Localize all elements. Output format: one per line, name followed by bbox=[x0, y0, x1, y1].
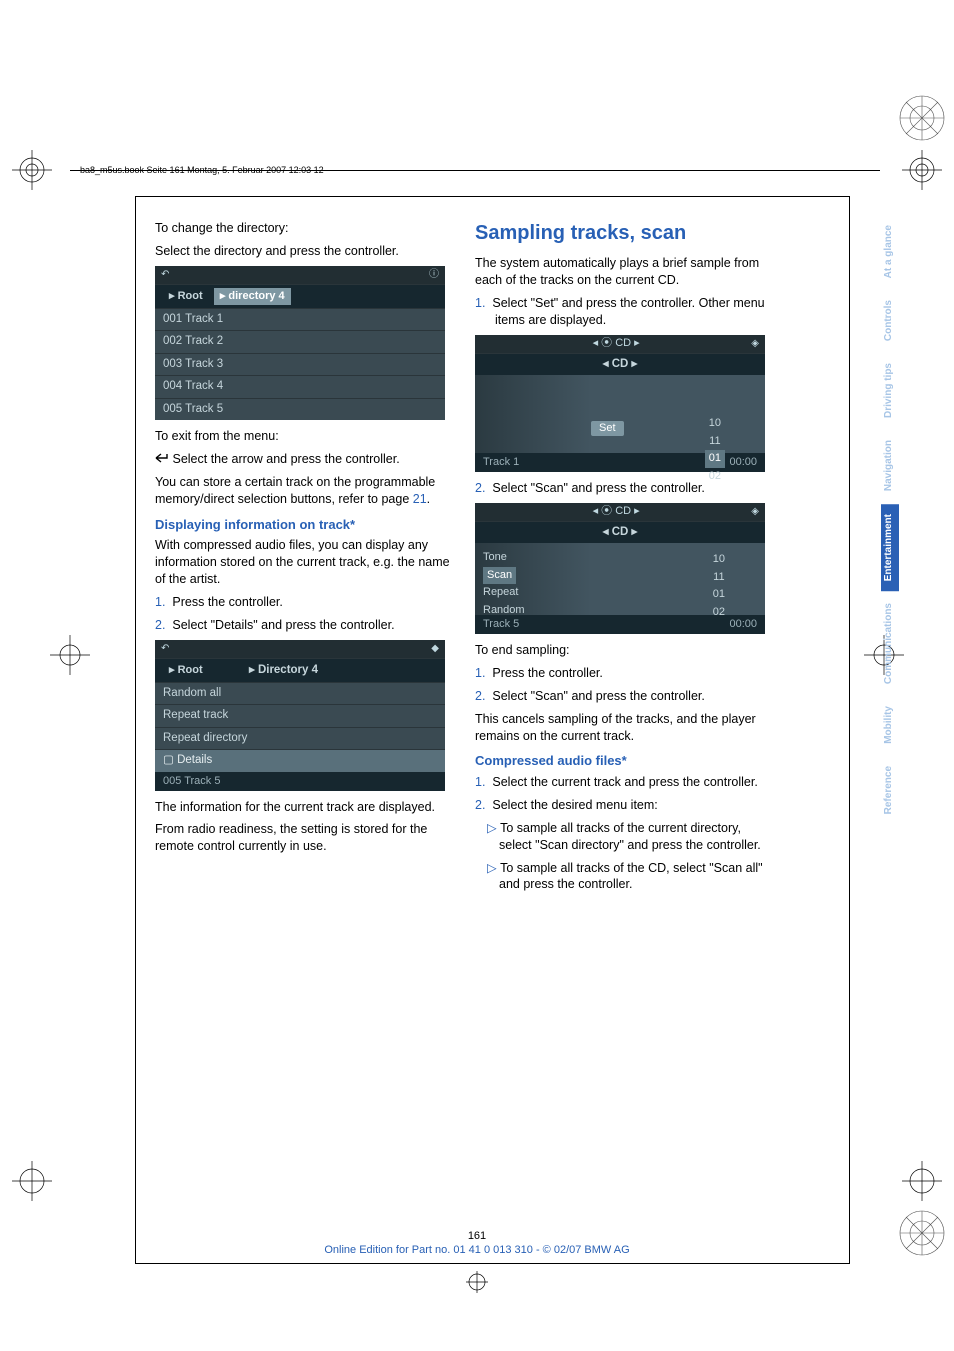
track-row: 002 Track 2 bbox=[155, 330, 445, 353]
step: 2. Select "Details" and press the contro… bbox=[155, 617, 455, 634]
text: The system automatically plays a brief s… bbox=[475, 255, 775, 289]
breadcrumb-root: ▸ Root bbox=[163, 662, 209, 679]
header-line: ba8_m5us.book Seite 161 Montag, 5. Febru… bbox=[80, 165, 324, 175]
step: 2. Select the desired menu item: bbox=[475, 797, 775, 814]
tab-at-a-glance[interactable]: At a glance bbox=[881, 215, 899, 288]
tab-controls[interactable]: Controls bbox=[881, 290, 899, 351]
screenshot-details-menu: ↶ ◆ ▸ Root ▸ Directory 4 Random all Repe… bbox=[155, 640, 445, 791]
page-footer: 161 Online Edition for Part no. 01 41 0 … bbox=[0, 1230, 954, 1256]
menu-item-selected: ▢ Details bbox=[155, 749, 445, 772]
page-number: 161 bbox=[0, 1230, 954, 1242]
screenshot-directory-list: ↶ ⓘ ▸ Root ▸ directory 4 001 Track 1 002… bbox=[155, 266, 445, 420]
registration-mark bbox=[466, 1271, 488, 1293]
bullet: ▷ To sample all tracks of the CD, select… bbox=[475, 860, 775, 894]
top-label: ◂ ⦿ CD ▸ bbox=[593, 504, 640, 519]
tab-entertainment[interactable]: Entertainment bbox=[881, 504, 899, 591]
track-row: 005 Track 5 bbox=[155, 398, 445, 421]
sidebar-tabs: At a glance Controls Driving tips Naviga… bbox=[881, 215, 899, 826]
registration-mark bbox=[12, 1161, 52, 1201]
footer-track: 005 Track 5 bbox=[163, 774, 220, 789]
step: 1. Press the controller. bbox=[155, 594, 455, 611]
tab-driving-tips[interactable]: Driving tips bbox=[881, 353, 899, 428]
step: 1. Select the current track and press th… bbox=[475, 774, 775, 791]
menu-item: Random all bbox=[155, 682, 445, 705]
info-icon: ⓘ bbox=[429, 268, 439, 282]
track-row: 003 Track 3 bbox=[155, 353, 445, 376]
registration-mark bbox=[902, 150, 942, 190]
list-number: 10 bbox=[713, 551, 725, 569]
footer-track: Track 1 bbox=[483, 455, 519, 470]
text: From radio readiness, the setting is sto… bbox=[155, 821, 455, 855]
back-icon: ↶ bbox=[161, 642, 169, 656]
section-heading: Compressed audio files* bbox=[475, 752, 775, 770]
text: To exit from the menu: bbox=[155, 428, 455, 445]
section-heading: Displaying information on track* bbox=[155, 516, 455, 534]
breadcrumb-root: ▸ Root bbox=[163, 288, 209, 305]
back-arrow-icon bbox=[155, 451, 169, 468]
list-number: 02 bbox=[705, 468, 725, 486]
breadcrumb-dir: ▸ Directory 4 bbox=[249, 664, 318, 676]
text: To change the directory: bbox=[155, 220, 455, 237]
text: You can store a certain track on the pro… bbox=[155, 474, 455, 508]
left-column: To change the directory: Select the dire… bbox=[155, 220, 455, 899]
text: This cancels sampling of the tracks, and… bbox=[475, 711, 775, 745]
diamond-icon: ◈ bbox=[751, 505, 759, 519]
list-number: 11 bbox=[705, 433, 725, 451]
menu-item: Repeat directory bbox=[155, 727, 445, 750]
edition-line: Online Edition for Part no. 01 41 0 013 … bbox=[324, 1244, 629, 1256]
screenshot-set-menu: ◂ ⦿ CD ▸ ◈ ◂ CD ▸ Set 10 11 01 02 Track … bbox=[475, 335, 765, 472]
menu-item: Tone bbox=[483, 549, 525, 567]
text: Select the directory and press the contr… bbox=[155, 243, 455, 260]
sub-label: ◂ CD ▸ bbox=[603, 526, 638, 538]
top-label: ◂ ⦿ CD ▸ bbox=[593, 336, 640, 351]
tab-reference[interactable]: Reference bbox=[881, 756, 899, 824]
back-icon: ↶ bbox=[161, 268, 169, 282]
registration-mark bbox=[50, 635, 90, 675]
text: The information for the current track ar… bbox=[155, 799, 455, 816]
track-row: 001 Track 1 bbox=[155, 308, 445, 331]
registration-mark bbox=[902, 1161, 942, 1201]
set-button: Set bbox=[591, 421, 624, 436]
footer-time: 00:00 bbox=[729, 617, 757, 632]
list-number: 10 bbox=[705, 415, 725, 433]
menu-item: Repeat bbox=[483, 584, 525, 602]
section-title: Sampling tracks, scan bbox=[475, 220, 775, 247]
page-xref[interactable]: 21 bbox=[413, 492, 427, 506]
diamond-icon: ◈ bbox=[751, 337, 759, 351]
right-column: Sampling tracks, scan The system automat… bbox=[475, 220, 775, 899]
list-number: 02 bbox=[713, 604, 725, 622]
step: 1. Press the controller. bbox=[475, 665, 775, 682]
menu-item: Random bbox=[483, 602, 525, 620]
breadcrumb-dir: ▸ directory 4 bbox=[214, 288, 291, 305]
menu-item: Repeat track bbox=[155, 704, 445, 727]
step: 2. Select "Scan" and press the controlle… bbox=[475, 480, 775, 497]
screenshot-scan-menu: ◂ ⦿ CD ▸ ◈ ◂ CD ▸ Tone Scan Repeat Rando… bbox=[475, 503, 765, 634]
tab-communications[interactable]: Communications bbox=[881, 593, 899, 694]
text: With compressed audio files, you can dis… bbox=[155, 537, 455, 588]
diamond-icon: ◆ bbox=[431, 642, 439, 656]
menu-item-selected: Scan bbox=[483, 567, 516, 585]
tab-navigation[interactable]: Navigation bbox=[881, 430, 899, 501]
tab-mobility[interactable]: Mobility bbox=[881, 696, 899, 754]
list-number: 01 bbox=[705, 450, 725, 468]
footer-time: 00:00 bbox=[729, 455, 757, 470]
registration-mark bbox=[12, 150, 52, 190]
track-row: 004 Track 4 bbox=[155, 375, 445, 398]
registration-mark bbox=[896, 92, 948, 144]
sub-label: ◂ CD ▸ bbox=[603, 358, 638, 370]
text: To end sampling: bbox=[475, 642, 775, 659]
step: 1. Select "Set" and press the controller… bbox=[475, 295, 775, 329]
step: 2. Select "Scan" and press the controlle… bbox=[475, 688, 775, 705]
list-number: 11 bbox=[713, 569, 725, 587]
bullet: ▷ To sample all tracks of the current di… bbox=[475, 820, 775, 854]
text: Select the arrow and press the controlle… bbox=[155, 451, 455, 468]
list-number: 01 bbox=[713, 586, 725, 604]
